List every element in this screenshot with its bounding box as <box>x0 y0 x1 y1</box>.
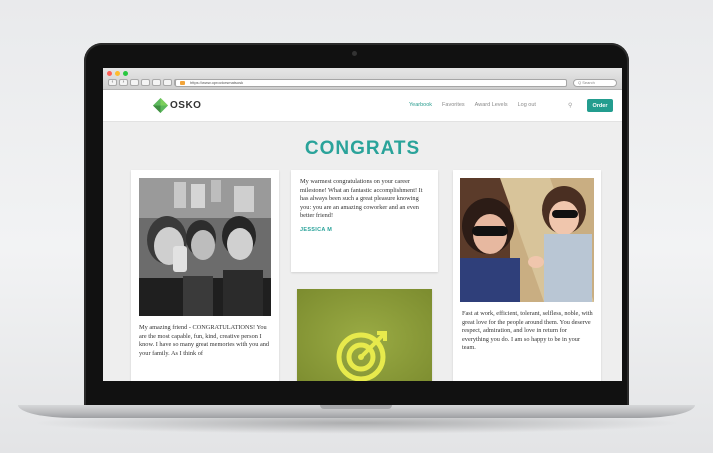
site-header: OSKO Yearbook Favorites Award Levels Log… <box>103 90 622 122</box>
window-controls <box>107 71 128 76</box>
browser-toolbar: ‹ › + https://www.oproctorsmatsosk Q Sea… <box>103 68 622 90</box>
lock-icon <box>180 81 185 85</box>
group-selfie-illustration <box>139 178 271 316</box>
page-headline: CONGRATS <box>304 138 421 159</box>
bookmarks-icon[interactable] <box>130 79 139 86</box>
group-selfie-photo <box>139 178 271 316</box>
family-photo-illustration <box>460 178 594 302</box>
nav-item-yearbook[interactable]: Yearbook <box>409 102 432 108</box>
nav-item-favorites[interactable]: Favorites <box>442 102 465 108</box>
target-illustration <box>297 289 432 381</box>
order-button[interactable]: Order <box>587 99 613 112</box>
middle-card-author: JESSICA M <box>300 226 333 233</box>
message-card-left[interactable]: My amazing friend - CONGRATULATIONS! You… <box>131 170 279 381</box>
close-window-button[interactable] <box>107 71 112 76</box>
home-icon[interactable] <box>141 79 150 86</box>
browser-search-field[interactable]: Q Search <box>573 79 617 87</box>
back-icon[interactable]: ‹ <box>108 79 117 86</box>
minimize-window-button[interactable] <box>115 71 120 76</box>
zoom-window-button[interactable] <box>123 71 128 76</box>
right-card-message: Fast at work, efficient, tolerant, selfl… <box>462 310 593 352</box>
nav-item-award-levels[interactable]: Award Levels <box>475 102 508 108</box>
laptop-base-notch <box>320 405 392 409</box>
message-card-middle[interactable]: My warmest congratulations on your caree… <box>291 170 438 272</box>
message-card-right[interactable]: Fast at work, efficient, tolerant, selfl… <box>453 170 601 381</box>
forward-icon[interactable]: › <box>119 79 128 86</box>
main-nav: Yearbook Favorites Award Levels Log out <box>409 102 536 108</box>
tabs-icon[interactable] <box>163 79 172 86</box>
logo-text: OSKO <box>170 100 202 111</box>
left-card-message: My amazing friend - CONGRATULATIONS! You… <box>139 324 270 357</box>
nav-item-log-out[interactable]: Log out <box>518 102 536 108</box>
share-icon[interactable] <box>152 79 161 86</box>
search-icon[interactable]: ⚲ <box>568 102 572 109</box>
middle-card-message: My warmest congratulations on your caree… <box>300 178 423 220</box>
url-text: https://www.oproctorsmatsosk <box>190 80 244 85</box>
target-image-card[interactable] <box>297 289 432 381</box>
family-photo <box>460 178 594 302</box>
site-logo[interactable]: OSKO <box>153 98 201 113</box>
webcam <box>352 51 357 56</box>
logo-mark-icon <box>153 98 168 113</box>
search-field-placeholder: Q Search <box>578 80 595 85</box>
laptop-screen: ‹ › + https://www.oproctorsmatsosk Q Sea… <box>103 68 622 381</box>
address-bar[interactable]: https://www.oproctorsmatsosk <box>175 79 567 87</box>
browser-nav-buttons: ‹ › + <box>108 79 183 86</box>
